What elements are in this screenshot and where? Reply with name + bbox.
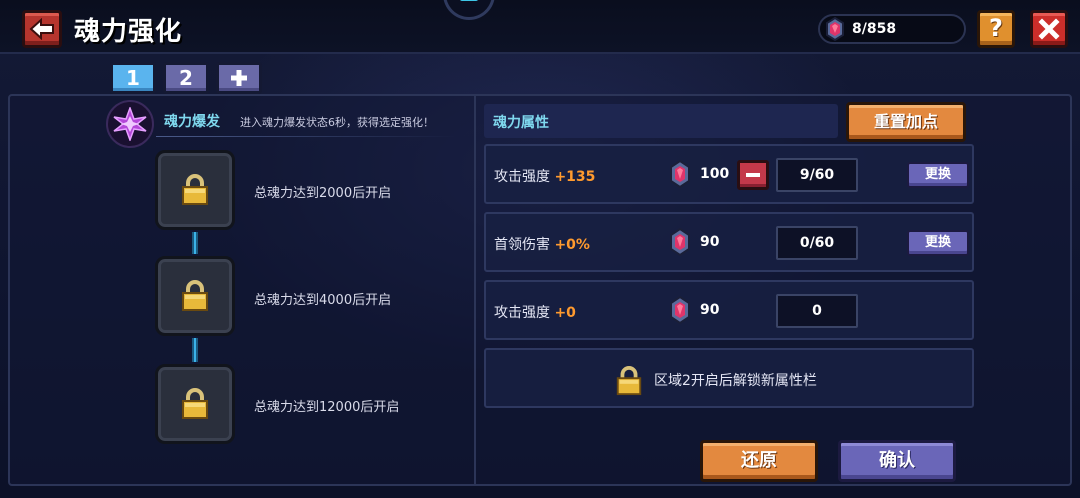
attributes-title: 魂力属性	[493, 115, 549, 131]
attribute-row: 攻击强度 +135 100 9/60 更换	[484, 144, 974, 204]
top-ornament	[443, 0, 495, 20]
lock-node-requirement: 总魂力达到2000后开启	[254, 186, 392, 201]
lock-icon	[182, 280, 208, 311]
close-icon	[1038, 18, 1060, 40]
tab-2[interactable]: 2	[163, 62, 209, 94]
lock-node-requirement: 总魂力达到4000后开启	[254, 293, 392, 308]
panel-divider	[474, 96, 476, 484]
attribute-row: 攻击强度 +0 90 0	[484, 280, 974, 340]
add-tab-button[interactable]	[216, 62, 262, 94]
restore-button[interactable]: 还原	[700, 440, 818, 482]
lock-node-requirement: 总魂力达到12000后开启	[254, 400, 400, 415]
soul-burst-label: 魂力爆发	[164, 114, 220, 130]
unlock-hint: 区域2开启后解锁新属性栏	[654, 373, 817, 389]
attribute-cost: 90	[700, 302, 720, 318]
currency-value: 8/858	[852, 21, 897, 37]
allocated-points: 0/60	[776, 226, 858, 260]
node-connector	[192, 232, 198, 254]
locked-node-3[interactable]	[155, 364, 235, 444]
lock-icon	[182, 388, 208, 419]
swap-attribute-button[interactable]: 更换	[907, 230, 969, 256]
top-bar: 魂力强化 8/858 ?	[0, 0, 1080, 54]
attribute-cost: 100	[700, 166, 730, 182]
locked-attribute-slot: 区域2开启后解锁新属性栏	[484, 348, 974, 408]
back-arrow-icon	[29, 18, 54, 40]
burst-underline	[156, 136, 456, 137]
lock-icon	[182, 174, 208, 205]
attribute-name: 攻击强度 +135	[494, 169, 596, 185]
locked-node-1[interactable]	[155, 150, 235, 230]
soul-burst-icon[interactable]	[106, 100, 154, 148]
reset-points-button[interactable]: 重置加点	[846, 102, 966, 142]
soul-burst-description: 进入魂力爆发状态6秒，获得选定强化！	[240, 116, 434, 129]
swap-attribute-button[interactable]: 更换	[907, 162, 969, 188]
attribute-name: 攻击强度 +0	[494, 305, 576, 321]
attribute-cost: 90	[700, 234, 720, 250]
lock-icon	[616, 366, 642, 396]
node-connector	[192, 338, 198, 362]
attribute-bonus: +0	[554, 305, 576, 321]
confirm-button[interactable]: 确认	[838, 440, 956, 482]
soul-gem-icon	[670, 296, 690, 324]
soul-currency-display: 8/858	[818, 14, 966, 44]
attribute-name: 首领伤害 +0%	[494, 237, 590, 253]
attribute-row: 首领伤害 +0% 90 0/60 更换	[484, 212, 974, 272]
tab-1[interactable]: 1	[110, 62, 156, 94]
soul-gem-icon	[826, 17, 844, 41]
back-button[interactable]	[22, 10, 62, 48]
soul-gem-icon	[670, 160, 690, 188]
allocated-points: 9/60	[776, 158, 858, 192]
decrease-point-button[interactable]	[737, 160, 769, 190]
burst-star-icon	[113, 107, 147, 141]
plus-icon	[231, 70, 247, 86]
help-button[interactable]: ?	[977, 10, 1015, 48]
allocated-points: 0	[776, 294, 858, 328]
attribute-bonus: +0%	[554, 237, 590, 253]
attribute-bonus: +135	[554, 169, 596, 185]
minus-icon	[746, 173, 760, 177]
locked-node-2[interactable]	[155, 256, 235, 336]
close-button[interactable]	[1030, 10, 1068, 48]
page-title: 魂力强化	[74, 17, 183, 47]
soul-gem-icon	[670, 228, 690, 256]
